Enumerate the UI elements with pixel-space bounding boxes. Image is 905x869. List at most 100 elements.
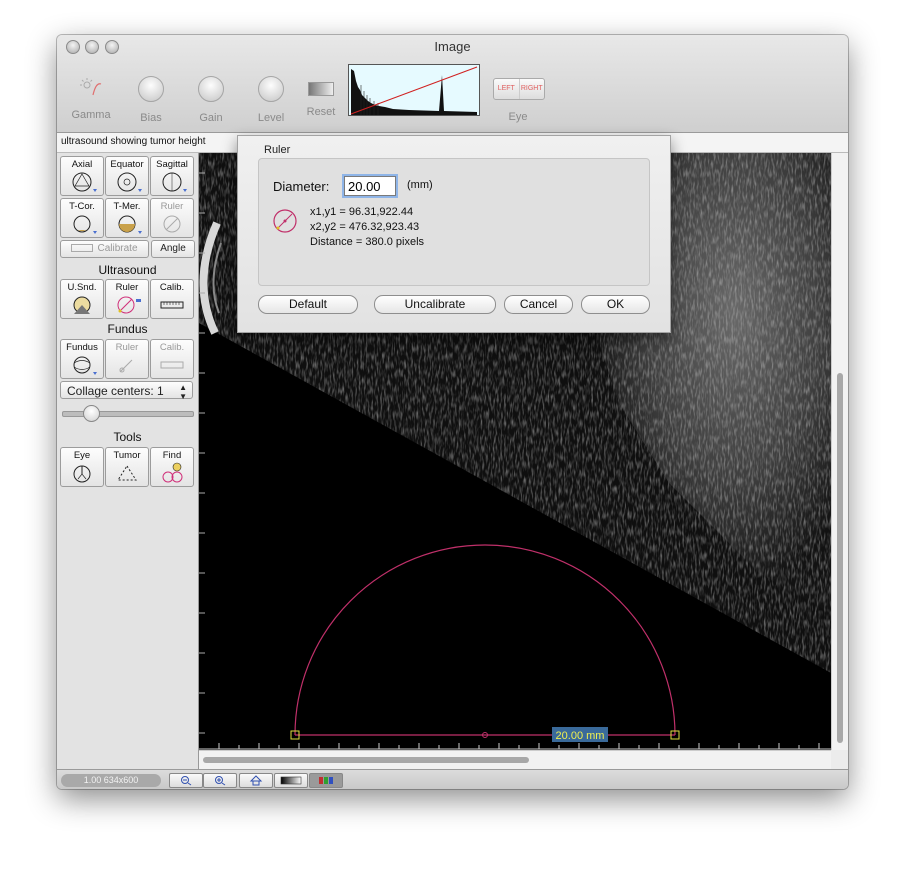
collage-centers-select[interactable]: Collage centers: 1 ▲ ▼ xyxy=(60,381,193,401)
calib-ruler-icon xyxy=(160,301,184,309)
coords-1: x1,y1 = 96.31,922.44 xyxy=(310,206,414,218)
zoom-out-icon xyxy=(181,776,192,786)
eye-tool-button[interactable]: Eye xyxy=(60,447,104,487)
gain-control[interactable]: Gain xyxy=(186,76,236,124)
level-control[interactable]: Level xyxy=(246,76,296,124)
ultrasound-ruler-label: Ruler xyxy=(115,282,139,293)
home-button[interactable] xyxy=(239,773,273,788)
uncalibrate-button[interactable]: Uncalibrate xyxy=(374,295,496,314)
ruler-circle-icon xyxy=(273,209,297,233)
fundus-calib-label: Calib. xyxy=(159,342,185,353)
left-panel: Axial Equator Sagittal T-Cor. T-Mer. Rul… xyxy=(57,153,199,769)
equator-button[interactable]: Equator xyxy=(105,156,149,196)
horizontal-scroll-thumb[interactable] xyxy=(203,757,529,763)
gain-label: Gain xyxy=(199,112,223,124)
reset-label: Reset xyxy=(306,106,336,118)
sagittal-icon xyxy=(162,172,187,192)
equator-label: Equator xyxy=(110,159,144,170)
reset-swatch-icon[interactable] xyxy=(308,82,334,96)
tumor-tool-icon xyxy=(117,465,137,481)
eye-label: Eye xyxy=(508,111,528,123)
fundus-ruler-label: Ruler xyxy=(115,342,139,353)
bias-label: Bias xyxy=(140,112,162,124)
ultrasound-ruler-button[interactable]: Ruler xyxy=(105,279,149,319)
ok-button[interactable]: OK xyxy=(581,295,650,314)
ultrasound-button[interactable]: U.Snd. xyxy=(60,279,104,319)
calibrate-button[interactable]: Calibrate xyxy=(60,240,149,258)
vertical-scrollbar[interactable] xyxy=(831,153,848,750)
tumor-tool-label: Tumor xyxy=(113,450,141,461)
collage-slider-track[interactable] xyxy=(62,411,194,417)
t-cor-icon xyxy=(73,215,97,234)
grayscale-button[interactable] xyxy=(274,773,308,788)
axial-icon xyxy=(72,172,97,192)
zoom-in-button[interactable] xyxy=(203,773,237,788)
level-label: Level xyxy=(257,112,285,124)
ruler-view-icon xyxy=(163,215,181,233)
gain-knob[interactable] xyxy=(198,76,224,102)
fundus-label: Fundus xyxy=(66,342,98,353)
fundus-heading: Fundus xyxy=(107,322,148,336)
level-knob[interactable] xyxy=(258,76,284,102)
bottom-bar: 1.00 634x600 xyxy=(57,769,848,789)
gamma-control[interactable]: Gamma xyxy=(66,76,116,121)
fundus-button[interactable]: Fundus xyxy=(60,339,104,379)
t-mer-button[interactable]: T-Mer. xyxy=(105,198,149,238)
find-tool-button[interactable]: Find xyxy=(150,447,194,487)
histogram[interactable] xyxy=(348,64,480,116)
tumor-tool-button[interactable]: Tumor xyxy=(105,447,149,487)
bias-control[interactable]: Bias xyxy=(126,76,176,124)
angle-button[interactable]: Angle xyxy=(151,240,195,258)
collage-centers-value: Collage centers: 1 xyxy=(67,384,164,398)
window-title: Image xyxy=(434,39,471,54)
fundus-ruler-button[interactable]: Ruler xyxy=(105,339,149,379)
fundus-calib-ruler-icon xyxy=(160,361,184,369)
grayscale-icon xyxy=(280,776,302,785)
ultrasound-icon xyxy=(73,296,91,314)
t-cor-label: T-Cor. xyxy=(69,201,95,212)
fundus-ruler-icon xyxy=(119,359,133,373)
ruler-dialog: Ruler Diameter: 20.00 (mm) x1,y1 = 96.31… xyxy=(237,135,671,333)
coords-2: x2,y2 = 476.32,923.43 xyxy=(310,221,420,233)
zoom-info: 1.00 634x600 xyxy=(61,774,161,787)
collage-slider-thumb[interactable] xyxy=(83,405,100,422)
eye-control-label-wrap: Eye xyxy=(493,111,543,123)
fundus-icon xyxy=(73,356,97,375)
find-tool-label: Find xyxy=(162,450,182,461)
color-mode-button[interactable] xyxy=(309,773,343,788)
color-mode-icon xyxy=(319,777,333,784)
axial-button[interactable]: Axial xyxy=(60,156,104,196)
t-mer-icon xyxy=(118,215,142,234)
default-button[interactable]: Default xyxy=(258,295,358,314)
reset-control[interactable]: Reset xyxy=(296,76,346,118)
distance-readout: Distance = 380.0 pixels xyxy=(310,236,425,248)
histogram-plot xyxy=(350,66,478,115)
equator-icon xyxy=(117,172,142,192)
axial-label: Axial xyxy=(71,159,93,170)
ruler-dialog-title: Ruler xyxy=(264,144,291,156)
measurement-label: 20.00 mm xyxy=(556,730,605,742)
ultrasound-ruler-icon xyxy=(117,296,141,314)
fundus-calib-button[interactable]: Calib. xyxy=(150,339,194,379)
title-toolbar: Image Gamma Bias Gain Level Reset LEFT R… xyxy=(57,35,848,133)
eye-left-option[interactable]: LEFT xyxy=(494,79,520,99)
sagittal-label: Sagittal xyxy=(156,159,188,170)
t-mer-label: T-Mer. xyxy=(113,201,141,212)
unit-label: (mm) xyxy=(407,179,433,191)
bias-knob[interactable] xyxy=(138,76,164,102)
t-cor-button[interactable]: T-Cor. xyxy=(60,198,104,238)
vertical-scroll-thumb[interactable] xyxy=(837,373,843,743)
eye-right-option[interactable]: RIGHT xyxy=(520,79,545,99)
cancel-button[interactable]: Cancel xyxy=(504,295,573,314)
zoom-in-icon xyxy=(215,776,226,786)
calibrate-ruler-icon xyxy=(71,244,94,253)
zoom-out-button[interactable] xyxy=(169,773,203,788)
eye-side-toggle[interactable]: LEFT RIGHT xyxy=(493,78,545,100)
horizontal-scrollbar[interactable] xyxy=(199,750,831,769)
ultrasound-calib-label: Calib. xyxy=(159,282,185,293)
ruler-view-button[interactable]: Ruler xyxy=(150,198,194,238)
sagittal-button[interactable]: Sagittal xyxy=(150,156,194,196)
diameter-input[interactable]: 20.00 xyxy=(344,176,396,196)
image-name: ultrasound showing tumor height xyxy=(61,136,206,147)
ultrasound-calib-button[interactable]: Calib. xyxy=(150,279,194,319)
